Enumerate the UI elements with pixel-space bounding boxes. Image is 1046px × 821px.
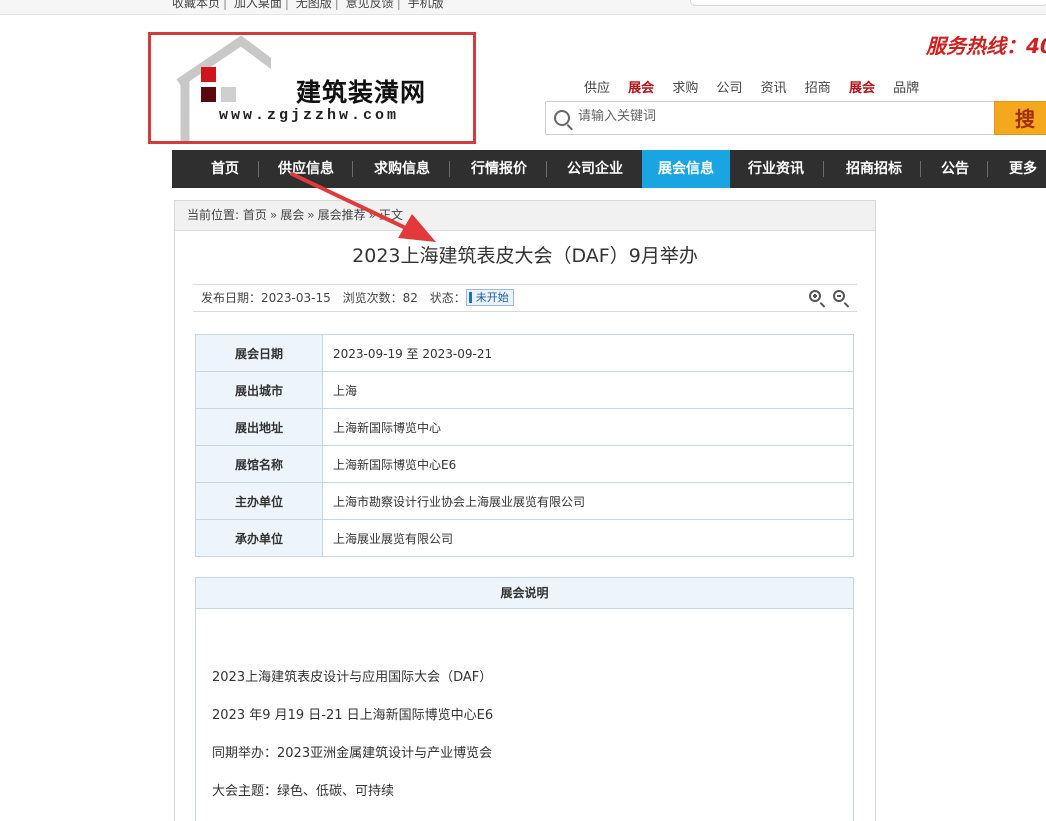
breadcrumb-exhibition[interactable]: 展会	[280, 208, 304, 222]
exhibition-info-table: 展会日期 2023-09-19 至 2023-09-21 展出城市 上海 展出地…	[195, 334, 854, 557]
nav-notices[interactable]: 公告	[928, 150, 982, 188]
publish-date: 2023-03-15	[261, 291, 331, 305]
table-row: 承办单位 上海展业展览有限公司	[195, 519, 854, 557]
nav-divider	[546, 161, 547, 177]
divider: |	[223, 0, 228, 10]
top-link-mobile[interactable]: 手机版	[408, 0, 444, 10]
publish-label: 发布日期：	[201, 291, 262, 305]
nav-divider	[920, 161, 921, 177]
nav-purchase[interactable]: 求购信息	[360, 150, 444, 188]
info-value-city: 上海	[322, 371, 854, 409]
nav-bidding[interactable]: 招商招标	[832, 150, 916, 188]
breadcrumb-sep: »	[368, 208, 376, 222]
info-key-date: 展会日期	[195, 334, 323, 372]
search-box	[545, 101, 995, 135]
logo-url: www.zgjzzhw.com	[219, 107, 400, 124]
table-row: 展出城市 上海	[195, 371, 854, 409]
cat-tab-purchase[interactable]: 求购	[672, 81, 698, 96]
cat-tab-supply[interactable]: 供应	[584, 81, 610, 96]
info-key-organizer: 主办单位	[195, 482, 323, 520]
cat-tab-exhibition[interactable]: 展会	[849, 81, 875, 96]
logo-square-grey	[221, 87, 236, 102]
nav-more[interactable]: 更多	[996, 150, 1046, 188]
info-key-address: 展出地址	[195, 408, 323, 446]
site-logo[interactable]: 建筑装潢网 www.zgjzzhw.com	[148, 32, 476, 144]
breadcrumb-home[interactable]: 首页	[243, 208, 267, 222]
views-count: 82	[402, 291, 418, 305]
content-panel: 当前位置: 首页» 展会» 展会推荐» 正文 2023上海建筑表皮大会（DAF）9月举…	[174, 200, 876, 821]
logo-name: 建筑装潢网	[296, 78, 427, 107]
info-value-address: 上海新国际博览中心	[322, 408, 854, 446]
nav-industry-news[interactable]: 行业资讯	[734, 150, 818, 188]
description-line: 同期举办：2023亚洲金属建筑设计与产业博览会	[212, 746, 493, 761]
breadcrumb-prefix: 当前位置:	[187, 208, 240, 222]
search-icon	[554, 110, 570, 126]
status-badge: 未开始	[465, 288, 514, 306]
logo-square-darkred	[201, 87, 216, 102]
cat-tab-news[interactable]: 资讯	[761, 81, 787, 96]
description-line: 2023 年9 月19 日-21 日上海新国际博览中心E6	[212, 708, 494, 723]
description-line: 2023上海建筑表皮设计与应用国际大会（DAF）	[212, 670, 493, 685]
table-row: 展馆名称 上海新国际博览中心E6	[195, 445, 854, 483]
table-row: 主办单位 上海市勘察设计行业协会上海展业展览有限公司	[195, 482, 854, 520]
cat-tab-brand[interactable]: 品牌	[893, 81, 919, 96]
exhibition-description: 展会说明 2023上海建筑表皮设计与应用国际大会（DAF） 2023 年9 月1…	[195, 577, 854, 821]
page-title: 2023上海建筑表皮大会（DAF）9月举办	[352, 245, 698, 267]
info-value-date: 2023-09-19 至 2023-09-21	[322, 334, 854, 372]
info-key-undertaker: 承办单位	[195, 519, 323, 557]
divider: |	[396, 0, 401, 10]
nav-home[interactable]: 首页	[194, 150, 256, 188]
top-links: 收藏本页 | 加入桌面 | 无图版 | 意见反馈 | 手机版	[172, 0, 444, 11]
logo-square-red	[201, 67, 216, 82]
top-right-box	[690, 0, 1046, 6]
description-header: 展会说明	[196, 578, 853, 609]
cat-tab-investment[interactable]: 招商	[805, 81, 831, 96]
divider: |	[284, 0, 289, 10]
search-button[interactable]: 搜	[994, 101, 1046, 135]
nav-exhibitions-active[interactable]: 展会信息	[642, 150, 730, 188]
top-link-bookmark[interactable]: 收藏本页	[172, 0, 220, 10]
table-row: 展会日期 2023-09-19 至 2023-09-21	[195, 334, 854, 372]
status-label: 状态：	[429, 291, 466, 305]
zoom-out-icon[interactable]	[833, 290, 845, 302]
top-link-text-only[interactable]: 无图版	[296, 0, 332, 10]
top-link-desktop[interactable]: 加入桌面	[234, 0, 282, 10]
breadcrumb-sep: »	[269, 208, 278, 222]
info-key-venue: 展馆名称	[195, 445, 323, 483]
nav-divider	[352, 161, 353, 177]
cat-tab-exhibition-active[interactable]: 展会	[628, 81, 654, 96]
info-value-venue: 上海新国际博览中心E6	[322, 445, 854, 483]
info-key-city: 展出城市	[195, 371, 323, 409]
nav-supply[interactable]: 供应信息	[264, 150, 348, 188]
description-line: 大会主题：绿色、低碳、可持续	[212, 784, 395, 799]
cat-tab-company[interactable]: 公司	[716, 81, 742, 96]
article-meta: 发布日期：2023-03-15 浏览次数：82 状态： 未开始	[193, 284, 857, 312]
divider: |	[334, 0, 339, 10]
top-bar: 收藏本页 | 加入桌面 | 无图版 | 意见反馈 | 手机版	[0, 0, 1046, 15]
nav-divider	[449, 161, 450, 177]
breadcrumb: 当前位置: 首页» 展会» 展会推荐» 正文	[175, 201, 875, 231]
search-input[interactable]	[578, 109, 978, 124]
info-value-undertaker: 上海展业展览有限公司	[322, 519, 854, 557]
breadcrumb-recommend[interactable]: 展会推荐	[318, 208, 366, 222]
main-nav: 首页 供应信息 求购信息 行情报价 公司企业 展会信息 行业资讯 招商招标 公告…	[172, 150, 1046, 188]
table-row: 展出地址 上海新国际博览中心	[195, 408, 854, 446]
nav-divider	[987, 161, 988, 177]
nav-quotes[interactable]: 行情报价	[457, 150, 541, 188]
views-label: 浏览次数：	[342, 291, 403, 305]
info-value-organizer: 上海市勘察设计行业协会上海展业展览有限公司	[322, 482, 854, 520]
nav-divider	[823, 161, 824, 177]
nav-companies[interactable]: 公司企业	[553, 150, 637, 188]
nav-divider	[258, 161, 259, 177]
search-category-tabs: 供应 展会 求购 公司 资讯 招商 展会 品牌	[584, 77, 933, 96]
breadcrumb-sep: »	[307, 208, 315, 222]
zoom-in-icon[interactable]	[809, 290, 821, 302]
top-link-feedback[interactable]: 意见反馈	[346, 0, 394, 10]
service-hotline: 服务热线：40	[926, 34, 1046, 58]
breadcrumb-current: 正文	[378, 208, 403, 222]
